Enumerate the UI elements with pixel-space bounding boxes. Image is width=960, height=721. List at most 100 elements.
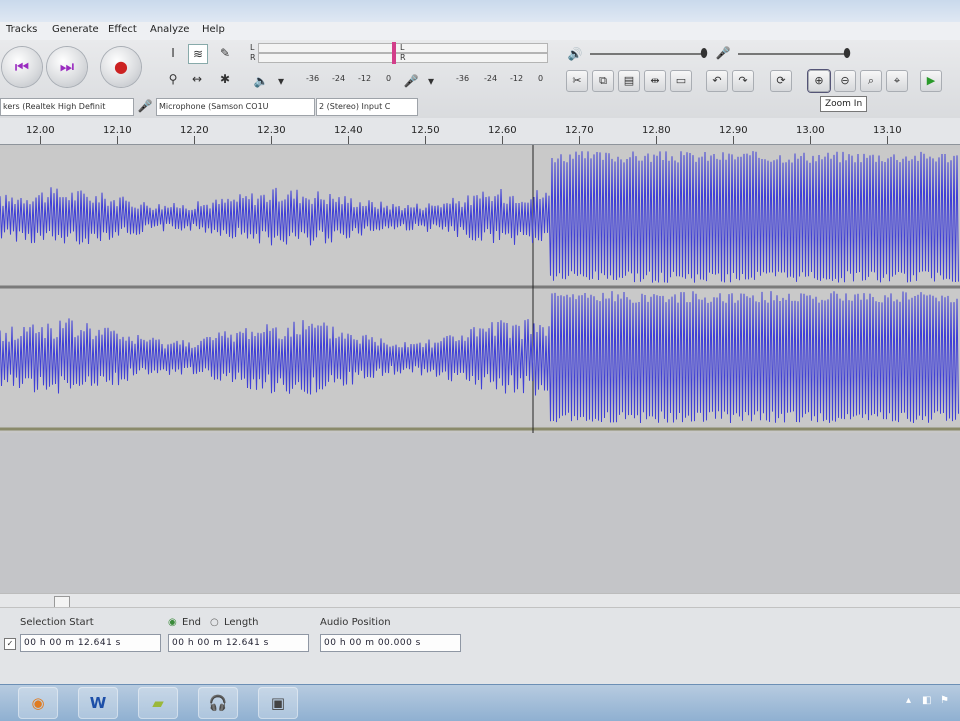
redo-icon[interactable]: ↷: [732, 70, 754, 92]
ruler-tick: [502, 136, 503, 144]
selection-start-label: Selection Start: [20, 617, 94, 628]
tray-flag-icon[interactable]: ⚑: [940, 695, 949, 706]
draw-tool-icon[interactable]: ✎: [216, 44, 234, 62]
slider-thumb-icon[interactable]: ⬮: [695, 44, 713, 62]
input-volume-icon: 🎤: [715, 46, 731, 60]
input-volume-slider[interactable]: [738, 53, 848, 55]
record-button[interactable]: ●: [101, 47, 141, 87]
play-at-speed-icon[interactable]: ▶: [920, 70, 942, 92]
zoom-tool-icon[interactable]: ⚲: [164, 70, 182, 88]
ruler-tick: [40, 136, 41, 144]
ruler-label: 12.10: [103, 125, 132, 136]
meter-scale-label: 0: [538, 74, 544, 83]
undo-icon[interactable]: ↶: [706, 70, 728, 92]
ruler-label: 12.70: [565, 125, 594, 136]
input-channels-select[interactable]: 2 (Stereo) Input C: [316, 98, 418, 116]
selection-tool-icon[interactable]: I: [164, 44, 182, 62]
window-title-bar: [0, 0, 960, 22]
envelope-tool-icon[interactable]: ≋: [188, 44, 208, 64]
skip-start-icon: ⏮: [14, 57, 30, 76]
meter-peak-marker: [392, 42, 396, 64]
ruler-tick: [425, 136, 426, 144]
speaker-icon[interactable]: 🔈: [252, 72, 270, 90]
multi-tool-icon[interactable]: ✱: [216, 70, 234, 88]
folder-taskbar-icon[interactable]: ▰: [138, 687, 178, 719]
ruler-label: 12.80: [642, 125, 671, 136]
tray-network-icon[interactable]: ◧: [922, 695, 931, 706]
windows-taskbar: ◉ W ▰ 🎧 ▣ ▴ ◧ ⚑: [0, 684, 960, 721]
word-taskbar-icon[interactable]: W: [78, 687, 118, 719]
output-volume-slider[interactable]: [590, 53, 705, 55]
snap-checkbox[interactable]: ✓: [4, 638, 16, 650]
timeline-ruler[interactable]: 12.00 12.10 12.20 12.30 12.40 12.50 12.60 12.70…: [0, 118, 960, 145]
copy-icon[interactable]: ⧉: [592, 70, 614, 92]
microphone-icon[interactable]: 🎤: [402, 72, 420, 90]
ruler-tick: [656, 136, 657, 144]
ruler-tick: [887, 136, 888, 144]
menu-bar: Tracks Generate Effect Analyze Help: [0, 22, 960, 41]
camtasia-taskbar-icon[interactable]: ▣: [258, 687, 298, 719]
cut-icon[interactable]: ✂: [566, 70, 588, 92]
trim-icon[interactable]: ⇹: [644, 70, 666, 92]
skip-end-button[interactable]: ⏭: [47, 47, 87, 87]
meter-channel-left: L: [250, 43, 255, 52]
ruler-label: 13.00: [796, 125, 825, 136]
ruler-label: 12.40: [334, 125, 363, 136]
audacity-taskbar-icon[interactable]: 🎧: [198, 687, 238, 719]
ruler-label: 12.30: [257, 125, 286, 136]
horizontal-scrollbar[interactable]: [0, 593, 960, 608]
sync-lock-icon[interactable]: ⟳: [770, 70, 792, 92]
silence-icon[interactable]: ▭: [670, 70, 692, 92]
chevron-down-icon[interactable]: ▾: [272, 72, 290, 90]
input-device-select[interactable]: Microphone (Samson CO1U: [156, 98, 315, 116]
media-player-taskbar-icon[interactable]: ◉: [18, 687, 58, 719]
zoom-in-icon[interactable]: ⊕: [808, 70, 830, 92]
ruler-tick: [271, 136, 272, 144]
audio-position-field[interactable]: 00 h 00 m 00.000 s: [320, 634, 461, 652]
ruler-label: 12.00: [26, 125, 55, 136]
ruler-label: 12.20: [180, 125, 209, 136]
meter-scale-label: -12: [358, 74, 372, 83]
meter-scale-label: -24: [332, 74, 346, 83]
menu-analyze[interactable]: Analyze: [150, 24, 189, 35]
microphone-icon: 🎤: [137, 99, 153, 113]
slider-thumb-icon[interactable]: ⬮: [838, 44, 856, 62]
record-meter-channel-left: L: [400, 43, 405, 52]
meter-scale-label: 0: [386, 74, 392, 83]
tray-chevron-icon[interactable]: ▴: [906, 695, 911, 706]
length-radio-label: Length: [224, 617, 259, 628]
output-volume-icon: 🔊: [567, 47, 583, 61]
meter-scale-label: -12: [510, 74, 524, 83]
ruler-label: 12.50: [411, 125, 440, 136]
zoom-out-icon[interactable]: ⊖: [834, 70, 856, 92]
zoom-in-tooltip: Zoom In: [820, 96, 868, 112]
meter-scale-label: -36: [306, 74, 320, 83]
end-radio[interactable]: ◉: [168, 617, 177, 628]
paste-icon[interactable]: ▤: [618, 70, 640, 92]
ruler-label: 12.90: [719, 125, 748, 136]
audio-position-label: Audio Position: [320, 617, 391, 628]
menu-tracks[interactable]: Tracks: [6, 24, 37, 35]
waveform[interactable]: [0, 145, 960, 433]
fit-selection-icon[interactable]: ⌕: [860, 70, 882, 92]
meter-scale-label: -36: [456, 74, 470, 83]
ruler-tick: [117, 136, 118, 144]
toolbar: ⏮ ⏭ ● I ≋ ✎ ⚲ ↔ ✱ L R L R 🔈 ▾ -36 -24 -1…: [0, 40, 960, 119]
output-device-select[interactable]: kers (Realtek High Definit: [0, 98, 134, 116]
selection-start-field[interactable]: 00 h 00 m 12.641 s: [20, 634, 161, 652]
menu-help[interactable]: Help: [202, 24, 225, 35]
ruler-label: 12.60: [488, 125, 517, 136]
skip-end-icon: ⏭: [59, 57, 75, 76]
ruler-tick: [194, 136, 195, 144]
selection-end-field[interactable]: 00 h 00 m 12.641 s: [168, 634, 309, 652]
empty-track-area[interactable]: [0, 433, 960, 593]
skip-start-button[interactable]: ⏮: [2, 47, 42, 87]
length-radio[interactable]: ○: [210, 617, 219, 628]
menu-effect[interactable]: Effect: [108, 24, 137, 35]
track-area[interactable]: [0, 145, 960, 433]
ruler-tick: [348, 136, 349, 144]
menu-generate[interactable]: Generate: [52, 24, 99, 35]
chevron-down-icon[interactable]: ▾: [422, 72, 440, 90]
fit-project-icon[interactable]: ⌖: [886, 70, 908, 92]
timeshift-tool-icon[interactable]: ↔: [188, 70, 206, 88]
